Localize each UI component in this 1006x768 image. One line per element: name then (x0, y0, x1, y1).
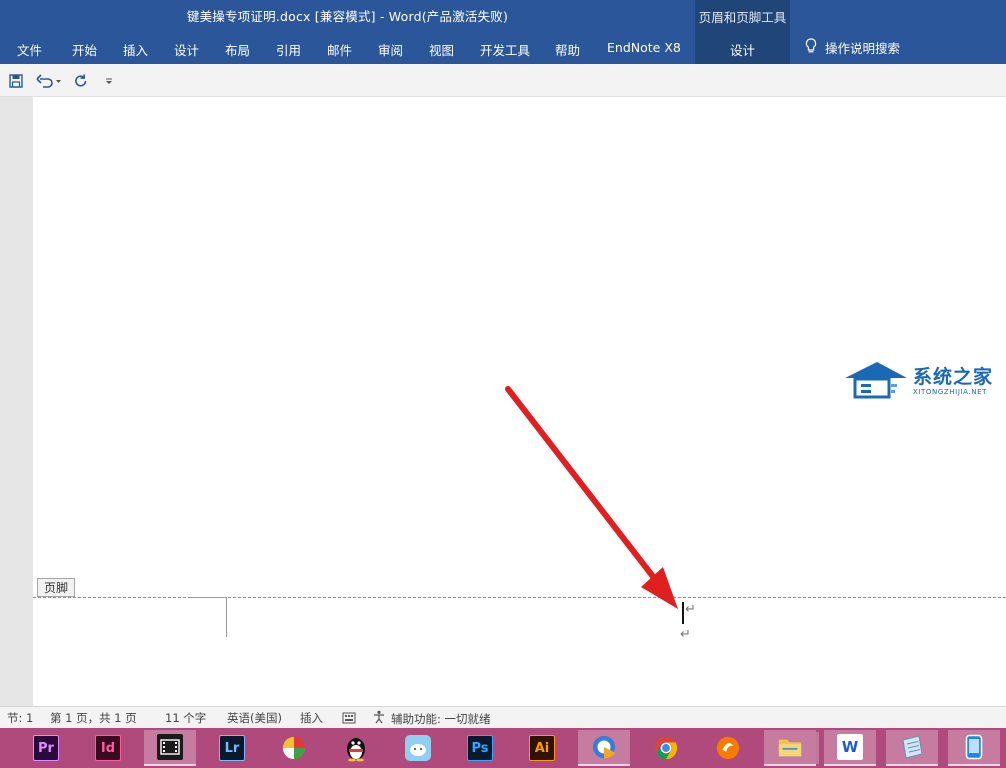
status-page[interactable]: 第 1 页，共 1 页 (50, 710, 137, 726)
notepad-icon (899, 734, 925, 760)
undo-icon[interactable] (36, 72, 62, 90)
status-word-count[interactable]: 11 个字 (165, 710, 206, 726)
chrome-icon (653, 735, 679, 761)
taskbar-phone[interactable] (948, 730, 1000, 766)
tell-me-label: 操作说明搜索 (825, 41, 901, 56)
taskbar-video-editor[interactable] (144, 730, 196, 766)
wps-icon: W (837, 734, 863, 760)
status-section[interactable]: 节: 1 (7, 710, 33, 726)
browser-icon (591, 734, 617, 760)
taskbar-notepad[interactable] (886, 730, 938, 766)
status-language[interactable]: 英语(美国) (227, 710, 282, 726)
illustrator-icon: Ai (529, 735, 555, 761)
taskbar-lightroom[interactable]: Lr (206, 730, 258, 766)
cloud-mascot-icon (405, 735, 431, 761)
tab-review[interactable]: 审阅 (378, 40, 403, 59)
tell-me-search[interactable]: 操作说明搜索 (805, 38, 900, 57)
indesign-icon: Id (95, 735, 121, 761)
watermark-site: XITONGZHIJIA.NET (913, 388, 987, 396)
context-group-title: 页眉和页脚工具 (698, 10, 787, 25)
taskbar-app-pinwheel[interactable] (268, 730, 320, 766)
title-bar: 键美操专项证明.docx [兼容模式] - Word(产品激活失败) 页眉和页脚… (0, 0, 1006, 64)
orange-swirl-icon (715, 735, 741, 761)
tab-file[interactable]: 文件 (17, 40, 42, 59)
save-icon[interactable] (7, 72, 25, 90)
photoshop-icon: Ps (467, 735, 493, 761)
accessibility-label: 辅助功能: 一切就绪 (391, 711, 491, 726)
status-accessibility[interactable]: 辅助功能: 一切就绪 (372, 710, 491, 727)
taskbar-separator (816, 732, 819, 764)
watermark-name: 系统之家 (913, 366, 994, 388)
tab-insert[interactable]: 插入 (123, 40, 148, 59)
qq-penguin-icon (343, 735, 369, 762)
taskbar: Pr Id Lr Ps Ai W (0, 728, 1006, 768)
tab-view[interactable]: 视图 (429, 40, 454, 59)
tab-header-footer-design[interactable]: 设计 (695, 40, 790, 59)
taskbar-premiere[interactable]: Pr (20, 730, 72, 766)
taskbar-browser[interactable] (578, 730, 630, 766)
film-icon (157, 734, 183, 760)
taskbar-photoshop[interactable]: Ps (454, 730, 506, 766)
watermark: 系统之家 XITONGZHIJIA.NET (843, 358, 998, 406)
folder-icon (777, 734, 803, 760)
customize-icon[interactable] (102, 72, 116, 90)
tab-developer[interactable]: 开发工具 (480, 40, 530, 59)
tab-endnote[interactable]: EndNote X8 (607, 40, 681, 55)
window-title: 键美操专项证明.docx [兼容模式] - Word(产品激活失败) (186, 9, 509, 24)
taskbar-qq[interactable] (330, 730, 382, 766)
taskbar-chrome[interactable] (640, 730, 692, 766)
tab-layout[interactable]: 布局 (225, 40, 250, 59)
quick-access-toolbar (0, 64, 1006, 97)
tab-mailings[interactable]: 邮件 (327, 40, 352, 59)
taskbar-wps[interactable]: W (824, 730, 876, 766)
taskbar-indesign[interactable]: Id (82, 730, 134, 766)
tab-home[interactable]: 开始 (72, 40, 97, 59)
redo-icon[interactable] (72, 72, 90, 90)
status-bar: 节: 1 第 1 页，共 1 页 11 个字 英语(美国) 插入 辅助功能: 一… (0, 706, 1006, 728)
house-logo-icon (845, 362, 907, 399)
left-gutter (0, 97, 33, 706)
taskbar-file-explorer[interactable] (764, 730, 816, 766)
taskbar-app-orange[interactable] (702, 730, 754, 766)
phone-icon (961, 734, 987, 760)
tab-help[interactable]: 帮助 (555, 40, 580, 59)
tab-references[interactable]: 引用 (276, 40, 301, 59)
taskbar-app-cloud[interactable] (392, 730, 444, 766)
accessibility-icon (372, 710, 387, 727)
tab-design[interactable]: 设计 (174, 40, 199, 59)
macro-record-icon[interactable] (342, 711, 356, 727)
header-footer-tools-group: 页眉和页脚工具 设计 (695, 0, 790, 64)
taskbar-illustrator[interactable]: Ai (516, 730, 568, 766)
pinwheel-icon (281, 735, 307, 761)
status-mode[interactable]: 插入 (300, 710, 323, 726)
lightbulb-icon (805, 38, 817, 57)
premiere-icon: Pr (33, 735, 59, 761)
lightroom-icon: Lr (219, 735, 245, 761)
